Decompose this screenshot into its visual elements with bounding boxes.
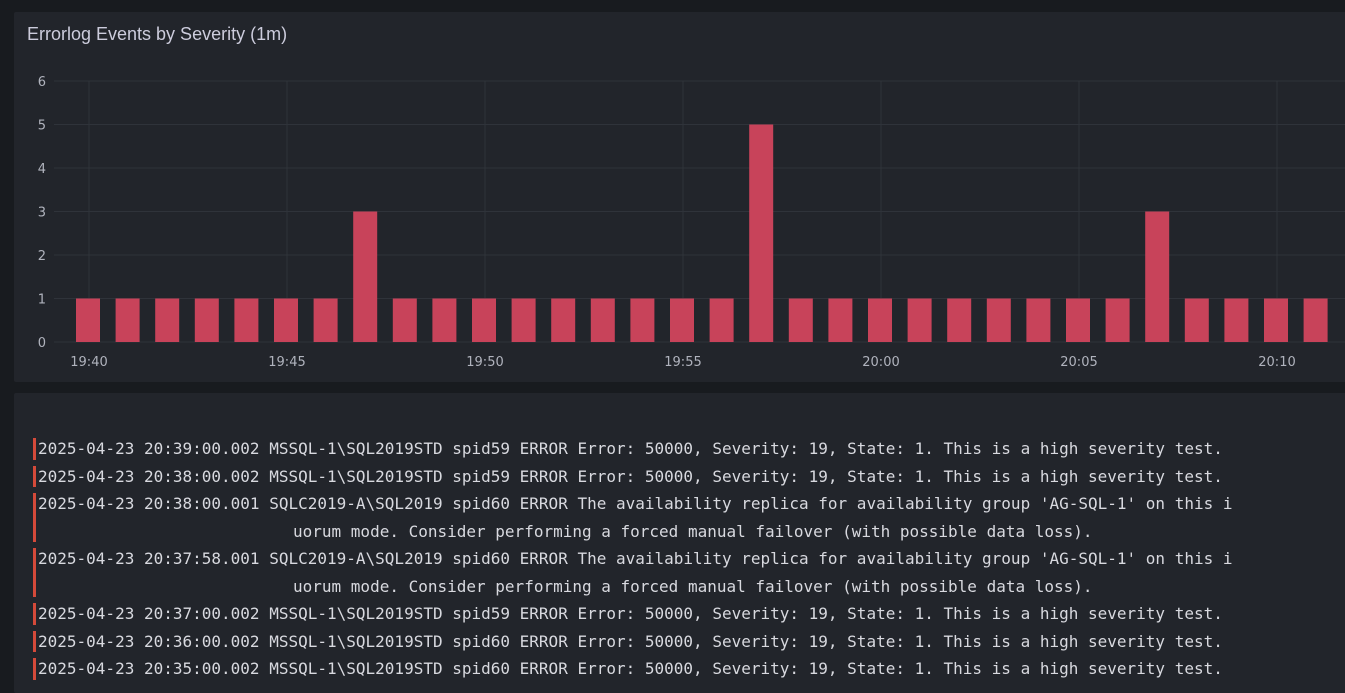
- log-message: SQLC2019-A\SQL2019 spid60 ERROR The avai…: [269, 494, 1233, 513]
- bar-19:48[interactable]: [392, 298, 417, 343]
- log-message: MSSQL-1\SQL2019STD spid60 ERROR Error: 5…: [269, 659, 1223, 678]
- bar-19:51[interactable]: [511, 298, 536, 343]
- x-tick-label: 20:05: [1060, 355, 1097, 370]
- y-tick-label: 4: [38, 162, 46, 177]
- bar-20:06[interactable]: [1105, 298, 1130, 343]
- log-timestamp: 2025-04-23 20:35:00.002: [38, 659, 260, 678]
- bar-19:47[interactable]: [353, 211, 378, 343]
- bar-20:04[interactable]: [1026, 298, 1051, 343]
- bar-19:53[interactable]: [590, 298, 615, 343]
- log-row[interactable]: 2025-04-23 20:38:00.002 MSSQL-1\SQL2019S…: [33, 463, 1232, 491]
- logs-panel: 2025-04-23 20:39:00.002 MSSQL-1\SQL2019S…: [14, 393, 1345, 693]
- y-tick-label: 3: [38, 206, 46, 221]
- log-timestamp: 2025-04-23 20:38:00.002: [38, 466, 260, 486]
- bar-19:41[interactable]: [115, 298, 140, 343]
- log-message: MSSQL-1\SQL2019STD spid59 ERROR Error: 5…: [269, 604, 1223, 623]
- bar-19:50[interactable]: [472, 298, 496, 343]
- log-message-continuation: uorum mode. Consider performing a forced…: [293, 521, 1093, 541]
- y-tick-label: 5: [38, 119, 46, 134]
- log-message: MSSQL-1\SQL2019STD spid59 ERROR Error: 5…: [269, 439, 1223, 458]
- y-tick-label: 2: [38, 249, 46, 264]
- bar-19:42[interactable]: [155, 298, 180, 343]
- x-tick-label: 19:45: [268, 355, 305, 370]
- log-message: SQLC2019-A\SQL2019 spid60 ERROR The avai…: [269, 549, 1233, 568]
- log-row[interactable]: 2025-04-23 20:36:00.002 MSSQL-1\SQL2019S…: [33, 628, 1232, 656]
- log-row[interactable]: 2025-04-23 20:39:00.002 MSSQL-1\SQL2019S…: [33, 435, 1232, 463]
- log-level-marker: [33, 493, 36, 542]
- log-timestamp: 2025-04-23 20:37:00.002: [38, 604, 260, 623]
- bar-19:40[interactable]: [76, 298, 100, 343]
- bar-19:45[interactable]: [274, 298, 298, 343]
- x-tick-label: 19:40: [70, 355, 107, 370]
- log-message: MSSQL-1\SQL2019STD spid60 ERROR Error: 5…: [269, 631, 1223, 651]
- x-tick-label: 19:50: [466, 355, 503, 370]
- log-level-marker: [33, 465, 36, 487]
- bar-20:10[interactable]: [1264, 298, 1288, 343]
- bar-19:55[interactable]: [670, 298, 694, 343]
- log-timestamp: 2025-04-23 20:37:58.001: [38, 549, 260, 568]
- bar-19:58[interactable]: [788, 298, 813, 343]
- y-tick-label: 6: [38, 75, 46, 90]
- x-tick-label: 20:10: [1258, 355, 1295, 370]
- bar-20:03[interactable]: [986, 298, 1011, 343]
- bar-19:56[interactable]: [709, 298, 734, 343]
- bar-20:02[interactable]: [947, 298, 972, 343]
- log-level-marker: [33, 630, 36, 652]
- log-timestamp: 2025-04-23 20:38:00.001: [38, 494, 260, 513]
- bar-20:00[interactable]: [868, 298, 892, 343]
- log-list: 2025-04-23 20:39:00.002 MSSQL-1\SQL2019S…: [33, 435, 1232, 683]
- log-level-marker: [33, 658, 36, 680]
- bar-20:08[interactable]: [1184, 298, 1209, 343]
- log-timestamp: 2025-04-23 20:39:00.002: [38, 439, 260, 458]
- chart-panel: Errorlog Events by Severity (1m) 0123456…: [14, 12, 1345, 382]
- bar-19:49[interactable]: [432, 298, 457, 343]
- y-tick-label: 0: [38, 336, 46, 351]
- bar-19:57[interactable]: [749, 124, 774, 343]
- log-message-continuation: uorum mode. Consider performing a forced…: [293, 576, 1093, 596]
- bar-19:46[interactable]: [313, 298, 338, 343]
- log-row[interactable]: 2025-04-23 20:37:58.001 SQLC2019-A\SQL20…: [33, 545, 1232, 600]
- bar-19:54[interactable]: [630, 298, 655, 343]
- log-row[interactable]: 2025-04-23 20:38:00.001 SQLC2019-A\SQL20…: [33, 490, 1232, 545]
- log-level-marker: [33, 548, 36, 597]
- x-tick-label: 19:55: [664, 355, 701, 370]
- log-row[interactable]: 2025-04-23 20:35:00.002 MSSQL-1\SQL2019S…: [33, 655, 1232, 683]
- bar-19:43[interactable]: [194, 298, 219, 343]
- bar-20:11[interactable]: [1303, 298, 1328, 343]
- bar-20:09[interactable]: [1224, 298, 1249, 343]
- log-message: MSSQL-1\SQL2019STD spid59 ERROR Error: 5…: [269, 466, 1223, 486]
- bar-20:07[interactable]: [1145, 211, 1170, 343]
- bar-20:05[interactable]: [1066, 298, 1090, 343]
- bar-20:01[interactable]: [907, 298, 932, 343]
- bar-19:59[interactable]: [828, 298, 853, 343]
- y-tick-label: 1: [38, 293, 46, 308]
- log-row[interactable]: 2025-04-23 20:37:00.002 MSSQL-1\SQL2019S…: [33, 600, 1232, 628]
- log-level-marker: [33, 438, 36, 460]
- log-level-marker: [33, 603, 36, 625]
- log-timestamp: 2025-04-23 20:36:00.002: [38, 631, 260, 651]
- bar-19:52[interactable]: [551, 298, 576, 343]
- x-tick-label: 20:00: [862, 355, 899, 370]
- bar-19:44[interactable]: [234, 298, 259, 343]
- bar-chart: 0 1 2 3 4 5 6 19:40 19:45 19:50 19:55 20:00 20:05 20:…: [38, 75, 1345, 370]
